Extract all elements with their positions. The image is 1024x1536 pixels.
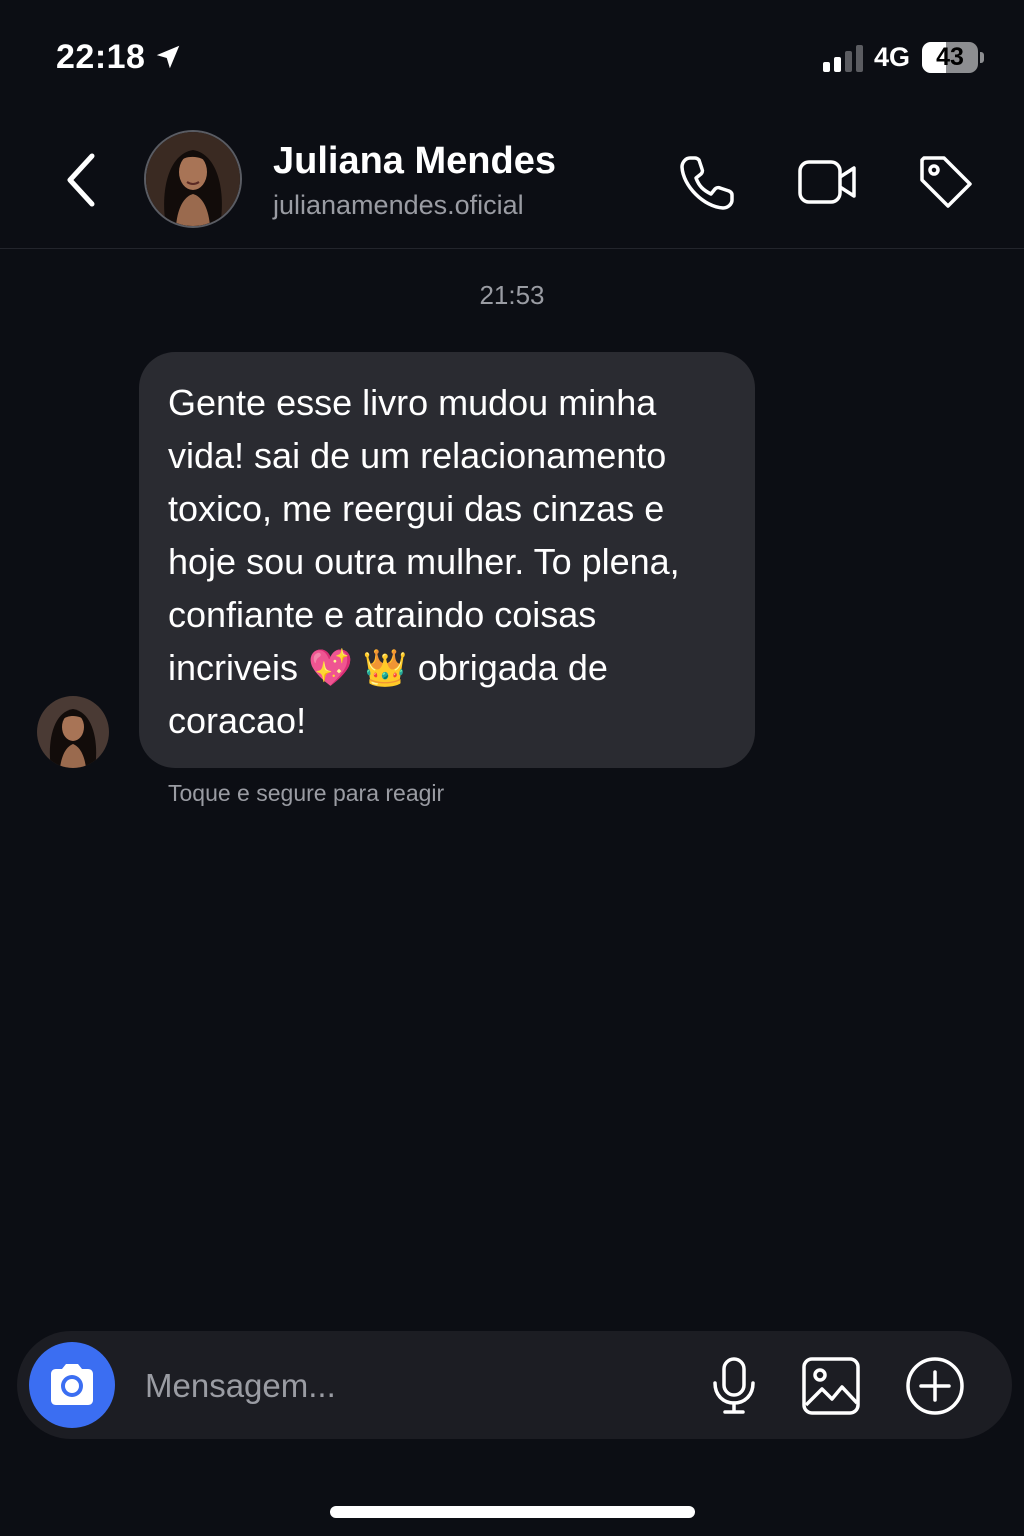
message-line: vida! sai de um relacionamento bbox=[168, 435, 667, 476]
contact-avatar[interactable] bbox=[144, 130, 242, 228]
message-composer bbox=[17, 1331, 1012, 1439]
message-line: confiante e atraindo coisas bbox=[168, 594, 597, 635]
contact-handle[interactable]: julianamendes.oficial bbox=[273, 190, 524, 221]
sparkling-heart-emoji: 💖 bbox=[308, 647, 353, 688]
battery-icon: 43 bbox=[922, 42, 978, 73]
message-line: hoje sou outra mulher. To plena, bbox=[168, 541, 680, 582]
network-type: 4G bbox=[874, 42, 911, 72]
battery-cap bbox=[980, 52, 984, 63]
message-bubble[interactable]: Gente esse livro mudou minha vida! sai d… bbox=[139, 352, 755, 768]
camera-button[interactable] bbox=[29, 1342, 115, 1428]
crown-emoji: 👑 bbox=[362, 647, 408, 688]
message-text: incriveis bbox=[168, 647, 309, 688]
message-text: obrigada de bbox=[407, 647, 608, 688]
message-line: coracao! bbox=[168, 700, 307, 741]
chat-screen: 22:18 4G 43 Juliana Mendes julianamendes… bbox=[0, 0, 1024, 1536]
add-icon[interactable] bbox=[904, 1355, 966, 1417]
status-bar: 22:18 4G 43 bbox=[0, 0, 1024, 110]
status-time: 22:18 bbox=[56, 38, 146, 76]
message-line: incriveis 💖 👑 obrigada de bbox=[168, 641, 729, 694]
video-icon[interactable] bbox=[796, 150, 860, 214]
gallery-icon[interactable] bbox=[800, 1355, 862, 1417]
contact-name[interactable]: Juliana Mendes bbox=[273, 140, 556, 183]
sender-avatar[interactable] bbox=[37, 696, 109, 768]
phone-icon[interactable] bbox=[676, 150, 740, 214]
avatar-image bbox=[146, 132, 240, 226]
message-line: Gente esse livro mudou minha bbox=[168, 382, 657, 423]
message-line: toxico, me reergui das cinzas e bbox=[168, 488, 665, 529]
tag-icon[interactable] bbox=[914, 150, 978, 214]
battery-level: 43 bbox=[936, 43, 964, 71]
react-hint: Toque e segure para reagir bbox=[168, 780, 445, 806]
location-arrow-icon bbox=[156, 45, 180, 69]
chat-header: Juliana Mendes julianamendes.oficial bbox=[0, 110, 1024, 249]
camera-icon bbox=[51, 1364, 93, 1405]
message-timestamp: 21:53 bbox=[479, 280, 545, 310]
signal-strength-icon bbox=[823, 44, 865, 72]
microphone-icon[interactable] bbox=[703, 1355, 765, 1417]
back-icon[interactable] bbox=[56, 150, 108, 210]
avatar-image bbox=[37, 696, 109, 768]
message-input[interactable] bbox=[143, 1357, 687, 1415]
home-indicator[interactable] bbox=[330, 1506, 695, 1518]
